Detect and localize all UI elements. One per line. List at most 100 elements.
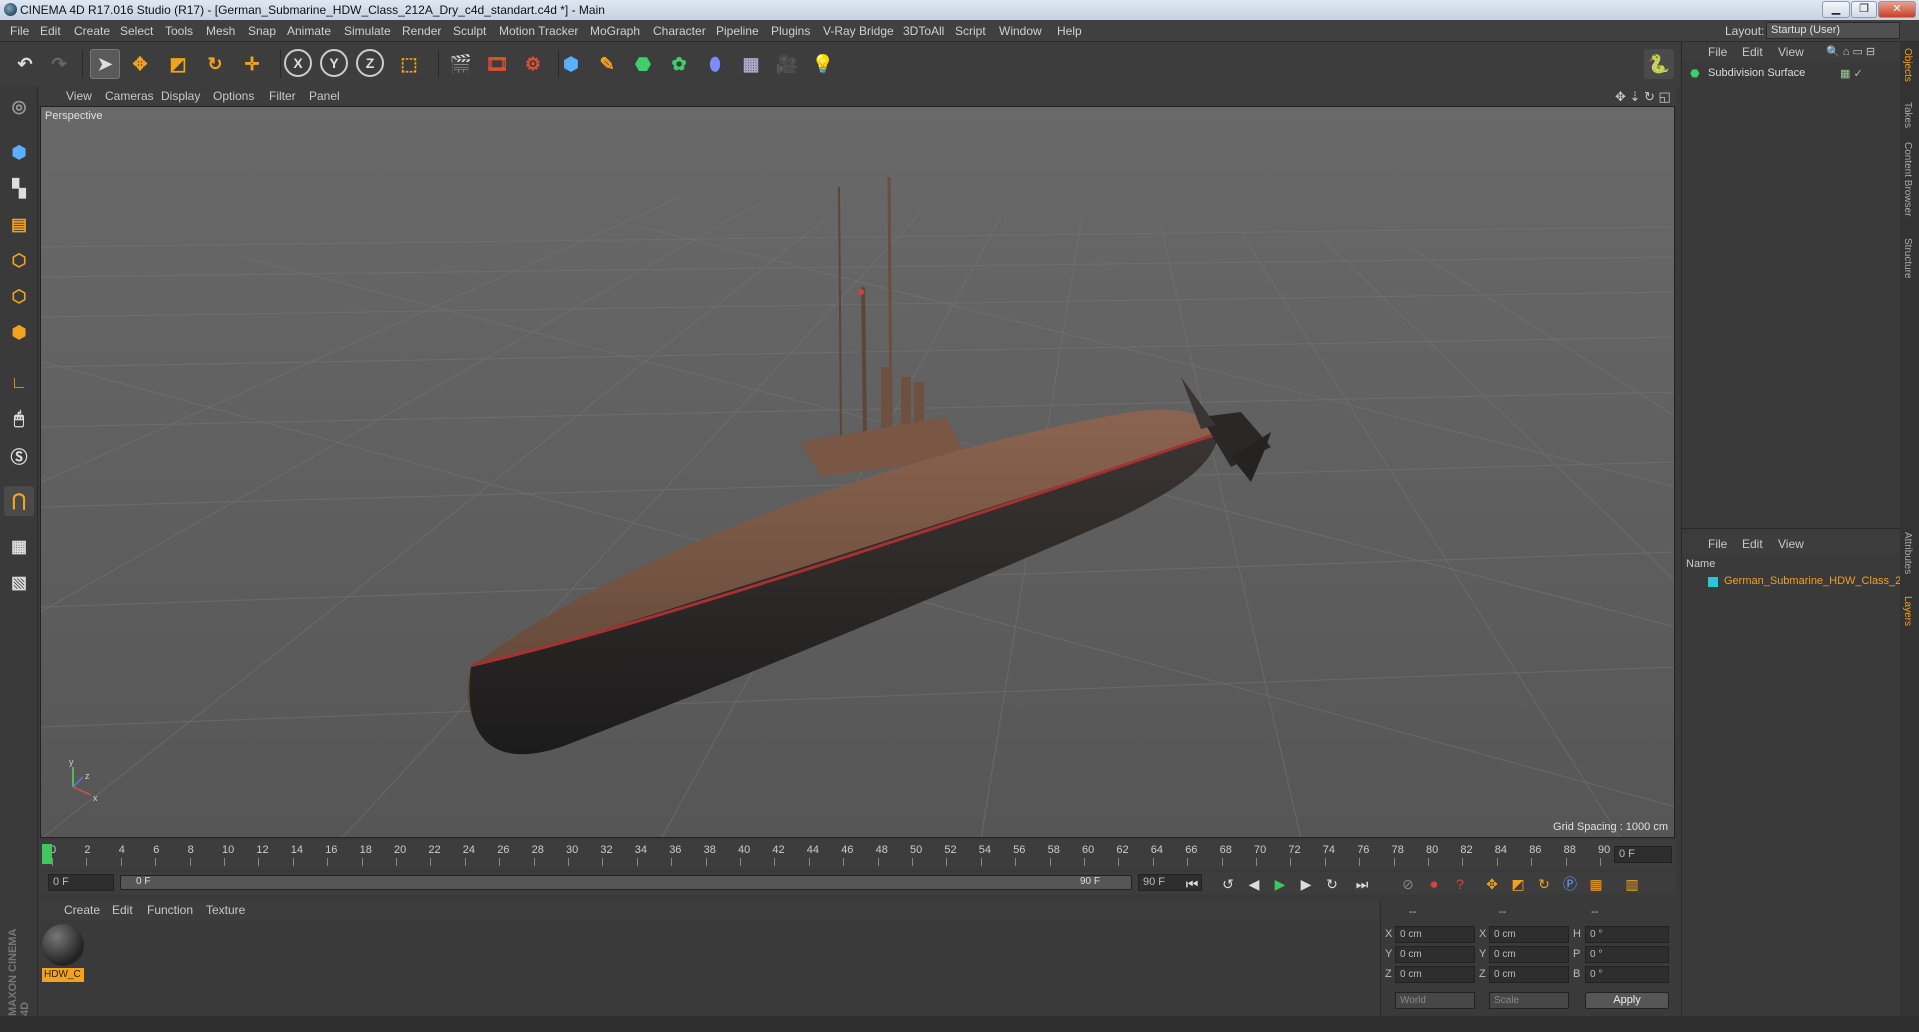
current-frame-field[interactable]: 0 F [1614,846,1672,863]
keyframe-selection-icon[interactable]: ⊘ [1396,872,1420,896]
y-axis-icon[interactable]: Y [320,49,348,77]
timeline-playhead[interactable] [42,844,52,864]
undo-icon[interactable]: ↶ [10,49,40,79]
viewport-menu-filter[interactable]: Filter [269,89,296,103]
edges-mode-icon[interactable]: ⬡ [4,282,34,312]
transform-icon[interactable]: ✛ [237,49,267,79]
perspective-viewport[interactable]: y x z Perspective Grid Spacing : 1000 cm [40,106,1675,838]
key-parameter-icon[interactable]: Ⓟ [1558,872,1582,896]
menu-sculpt[interactable]: Sculpt [453,24,486,38]
viewport-navigation-icons[interactable]: ✥ ⇣ ↻ ◱ [1615,89,1671,105]
menu-plugins[interactable]: Plugins [771,24,810,38]
make-editable-icon[interactable]: ◎ [4,92,34,122]
menu-tools[interactable]: Tools [165,24,193,38]
tab-objects[interactable]: Objects [1902,48,1913,82]
rotation-b-field[interactable]: 0 ° [1585,966,1669,983]
layers-menu-edit[interactable]: Edit [1742,537,1763,551]
next-key-icon[interactable]: ↻ [1320,872,1344,896]
pen-icon[interactable]: ✎ [592,49,622,79]
size-x-field[interactable]: 0 cm [1489,926,1569,943]
material-swatch[interactable]: HDW_C [42,924,84,982]
light-icon[interactable]: 💡 [808,49,838,79]
next-frame-icon[interactable]: ▶ [1294,872,1318,896]
rotation-p-field[interactable]: 0 ° [1585,946,1669,963]
subdivision-icon[interactable]: ⬣ [628,49,658,79]
points-mode-icon[interactable]: ⬡ [4,246,34,276]
coordinate-mode-select[interactable]: World [1395,992,1475,1009]
floor-icon[interactable]: ▦ [736,49,766,79]
deformer-icon[interactable]: ⬮ [700,49,730,79]
size-z-field[interactable]: 0 cm [1489,966,1569,983]
axis-mode-icon[interactable]: ∟ [4,368,34,398]
key-rotation-icon[interactable]: ↻ [1532,872,1556,896]
menu-3dtoall[interactable]: 3DToAll [903,24,944,38]
object-row-subdivision-surface[interactable]: ⬣ Subdivision Surface ▦ ✓ [1686,66,1896,82]
key-pla-icon[interactable]: ▦ [1584,872,1608,896]
menu-window[interactable]: Window [999,24,1042,38]
menu-animate[interactable]: Animate [287,24,331,38]
position-y-field[interactable]: 0 cm [1395,946,1475,963]
material-menu-edit[interactable]: Edit [112,903,133,917]
key-scale-icon[interactable]: ◩ [1506,872,1530,896]
timeline-ruler[interactable]: 0 2 4 6 8 10 12 14 16 18 20 22 24 26 28 30 32 34 36 38 40 42 4… [40,840,1676,870]
objects-menu-edit[interactable]: Edit [1742,45,1763,59]
coordinate-system-icon[interactable]: ⬚ [394,49,424,79]
play-icon[interactable]: ▶ [1268,872,1292,896]
viewport-menu-display[interactable]: Display [161,89,200,103]
menu-snap[interactable]: Snap [248,24,276,38]
x-axis-icon[interactable]: X [284,49,312,77]
scale-icon[interactable]: ◩ [163,49,193,79]
z-axis-icon[interactable]: Z [356,49,384,77]
render-picture-viewer-icon[interactable]: 🎞 [482,49,512,79]
material-menu-function[interactable]: Function [147,903,193,917]
python-icon[interactable]: 🐍 [1644,49,1674,79]
camera-icon[interactable]: 🎥 [772,49,802,79]
texture-mode-icon[interactable]: ▚ [4,174,34,204]
menu-mesh[interactable]: Mesh [206,24,235,38]
key-position-icon[interactable]: ✥ [1480,872,1504,896]
tab-layers[interactable]: Layers [1902,596,1913,626]
layers-menu-view[interactable]: View [1778,537,1804,551]
menu-create[interactable]: Create [74,24,110,38]
cube-icon[interactable]: ⬢ [556,49,586,79]
planar-workplane-icon[interactable]: ▧ [4,568,34,598]
cloner-icon[interactable]: ✿ [664,49,694,79]
tweak-mode-icon[interactable]: 🖱 [4,404,34,434]
go-to-end-icon[interactable]: ⏭ [1350,872,1374,896]
redo-icon[interactable]: ↷ [44,49,74,79]
menu-file[interactable]: File [10,24,29,38]
record-active-icon[interactable]: ⏺ [1422,872,1446,896]
frame-range-slider[interactable] [120,875,1132,890]
select-arrow-icon[interactable]: ➤ [90,49,120,79]
tab-content-browser[interactable]: Content Browser [1902,142,1913,216]
position-x-field[interactable]: 0 cm [1395,926,1475,943]
rotation-h-field[interactable]: 0 ° [1585,926,1669,943]
material-menu-create[interactable]: Create [64,903,100,917]
close-button[interactable]: ✕ [1878,1,1916,18]
model-mode-icon[interactable]: ⬢ [4,138,34,168]
viewport-menu-options[interactable]: Options [213,89,254,103]
previous-frame-icon[interactable]: ◀ [1242,872,1266,896]
layers-menu-file[interactable]: File [1708,537,1727,551]
polygons-mode-icon[interactable]: ⬢ [4,318,34,348]
magnet-icon[interactable]: ⋂ [4,486,34,516]
size-y-field[interactable]: 0 cm [1489,946,1569,963]
objects-menu-view[interactable]: View [1778,45,1804,59]
workplane-icon[interactable]: ▤ [4,210,34,240]
objects-toolbar-icons[interactable]: 🔍 ⌂ ▭ ⊟ [1826,45,1875,58]
tab-takes[interactable]: Takes [1902,102,1913,128]
menu-script[interactable]: Script [955,24,986,38]
lock-workplane-icon[interactable]: ▦ [4,532,34,562]
viewport-menu-panel[interactable]: Panel [309,89,340,103]
position-z-field[interactable]: 0 cm [1395,966,1475,983]
viewport-menu-view[interactable]: View [66,89,92,103]
tab-attributes[interactable]: Attributes [1902,532,1913,574]
layout-select[interactable]: Startup (User) [1766,22,1900,39]
apply-button[interactable]: Apply [1585,992,1669,1009]
render-view-icon[interactable]: 🎬 [446,49,476,79]
objects-menu-file[interactable]: File [1708,45,1727,59]
render-settings-icon[interactable]: ⚙ [518,49,548,79]
maximize-button[interactable]: ❐ [1851,1,1877,18]
snapping-icon[interactable]: Ⓢ [4,440,34,470]
object-visibility-icons[interactable]: ▦ ✓ [1840,67,1863,80]
